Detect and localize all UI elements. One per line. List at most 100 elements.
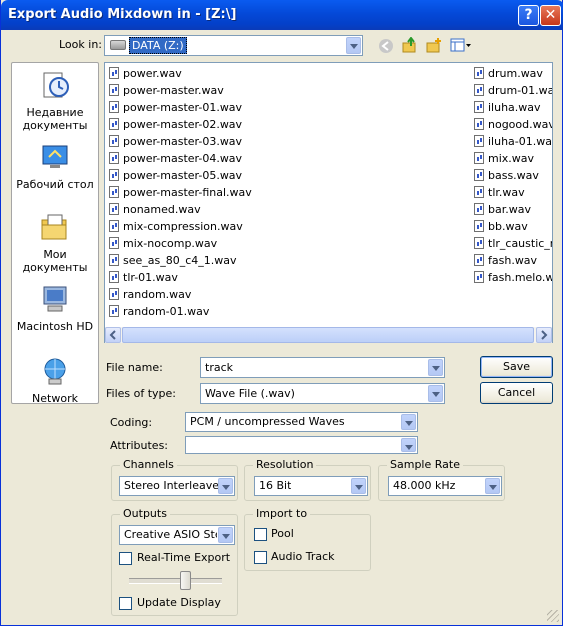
file-item[interactable]: power-master-04.wav [109, 150, 309, 167]
chevron-down-icon[interactable] [346, 37, 361, 54]
attributes-select[interactable] [185, 436, 418, 454]
close-button[interactable]: ✕ [540, 5, 561, 26]
lookin-combo[interactable]: DATA (Z:) [104, 35, 363, 56]
file-item[interactable]: power.wav [109, 65, 309, 82]
coding-select[interactable]: PCM / uncompressed Waves [185, 412, 418, 432]
file-name: nogood.wav [488, 118, 552, 131]
filetype-label: Files of type: [106, 387, 177, 400]
file-item[interactable]: tlr.wav [474, 184, 552, 201]
channels-label: Channels [120, 458, 177, 471]
channels-value: Stereo Interleaved [124, 479, 226, 492]
chevron-down-icon[interactable] [218, 527, 233, 543]
file-list[interactable]: power.wav power-master.wav power-master-01… [104, 62, 553, 343]
horizontal-scrollbar[interactable] [105, 327, 552, 343]
file-item[interactable]: fash.wav [474, 252, 552, 269]
file-name: fash.wav [488, 254, 538, 267]
drive-icon [110, 40, 126, 50]
file-item[interactable]: fash.melo.wa [474, 269, 552, 286]
file-item[interactable]: mix-compression.wav [109, 218, 309, 235]
file-name: see_as_80_c4_1.wav [123, 254, 237, 267]
file-item[interactable]: nogood.wav [474, 116, 552, 133]
cancel-button[interactable]: Cancel [480, 382, 553, 404]
wav-file-icon [109, 186, 119, 198]
wav-file-icon [474, 84, 484, 96]
file-item[interactable]: power-master-02.wav [109, 116, 309, 133]
file-name: tlr-01.wav [123, 271, 178, 284]
file-item[interactable]: tlr-01.wav [109, 269, 309, 286]
samplerate-group: Sample Rate 48.000 kHz [378, 458, 505, 501]
chevron-down-icon[interactable] [351, 478, 366, 494]
file-name: bar.wav [488, 203, 531, 216]
wav-file-icon [109, 84, 119, 96]
scroll-right-button[interactable] [536, 327, 552, 343]
wav-file-icon [109, 67, 119, 79]
chevron-down-icon[interactable] [428, 385, 443, 402]
chevron-down-icon[interactable] [401, 438, 416, 452]
channels-select[interactable]: Stereo Interleaved [119, 476, 235, 496]
scroll-thumb[interactable] [122, 327, 534, 343]
filetype-select[interactable]: Wave File (.wav) [200, 383, 445, 404]
file-item[interactable]: nonamed.wav [109, 201, 309, 218]
samplerate-select[interactable]: 48.000 kHz [388, 476, 502, 496]
file-item[interactable]: bb.wav [474, 218, 552, 235]
place-recent[interactable]: Недавние документы [12, 69, 98, 132]
desktop-icon [42, 145, 68, 168]
pool-checkbox[interactable] [254, 528, 267, 541]
file-item[interactable]: bar.wav [474, 201, 552, 218]
slider-thumb[interactable] [180, 571, 191, 590]
window-title: Export Audio Mixdown in - [Z:\] [8, 7, 237, 22]
file-name: iluha.wav [488, 101, 541, 114]
save-button[interactable]: Save [480, 356, 553, 378]
file-item[interactable]: power-master.wav [109, 82, 309, 99]
outputs-select[interactable]: Creative ASIO Stereo [119, 525, 235, 545]
up-folder-icon[interactable] [402, 37, 418, 53]
file-item[interactable]: power-master-01.wav [109, 99, 309, 116]
place-desktop[interactable]: Рабочий стол [12, 141, 98, 191]
chevron-down-icon[interactable] [428, 359, 443, 376]
file-name: mix-compression.wav [123, 220, 243, 233]
file-item[interactable]: iluha-01.wav [474, 133, 552, 150]
arrow-right-icon [541, 330, 548, 340]
file-item[interactable]: mix-nocomp.wav [109, 235, 309, 252]
file-item[interactable]: mix.wav [474, 150, 552, 167]
chevron-down-icon[interactable] [401, 414, 416, 430]
chevron-down-icon[interactable] [218, 478, 233, 494]
wav-file-icon [474, 118, 484, 130]
wav-file-icon [109, 237, 119, 249]
file-item[interactable]: power-master-05.wav [109, 167, 309, 184]
audio-track-checkbox[interactable] [254, 551, 267, 564]
file-item[interactable]: bass.wav [474, 167, 552, 184]
file-item[interactable]: power-master-03.wav [109, 133, 309, 150]
back-icon[interactable] [378, 38, 394, 54]
view-menu-icon[interactable] [450, 37, 472, 53]
file-name: power-master-01.wav [123, 101, 243, 114]
file-item[interactable]: iluha.wav [474, 99, 552, 116]
filename-input[interactable]: track [200, 357, 445, 378]
title-bar[interactable]: Export Audio Mixdown in - [Z:\] ? ✕ [1, 0, 563, 30]
file-item[interactable]: power-master-final.wav [109, 184, 309, 201]
file-item[interactable]: see_as_80_c4_1.wav [109, 252, 309, 269]
place-network-label: Network [32, 392, 78, 405]
place-desktop-label: Рабочий стол [16, 178, 94, 191]
resize-grip[interactable] [547, 610, 559, 622]
place-network[interactable]: Network [12, 355, 98, 405]
outputs-value: Creative ASIO Stereo [124, 528, 217, 541]
new-folder-icon[interactable] [426, 37, 442, 53]
file-item[interactable]: drum-01.wav [474, 82, 552, 99]
help-button[interactable]: ? [518, 5, 539, 26]
file-item[interactable]: random-01.wav [109, 303, 309, 320]
wav-file-icon [109, 203, 119, 215]
realtime-export-checkbox[interactable] [119, 552, 132, 565]
file-item[interactable]: random.wav [109, 286, 309, 303]
place-macintosh[interactable]: Macintosh HD [12, 283, 98, 333]
chevron-down-icon[interactable] [485, 478, 500, 494]
scroll-left-button[interactable] [105, 327, 121, 343]
pool-label: Pool [271, 527, 294, 540]
importto-label: Import to [253, 507, 311, 520]
file-item[interactable]: tlr_caustic_re [474, 235, 552, 252]
update-display-checkbox[interactable] [119, 597, 132, 610]
file-name: power-master-04.wav [123, 152, 243, 165]
resolution-select[interactable]: 16 Bit [254, 476, 368, 496]
place-mydocuments[interactable]: Мои документы [12, 211, 98, 274]
file-item[interactable]: drum.wav [474, 65, 552, 82]
